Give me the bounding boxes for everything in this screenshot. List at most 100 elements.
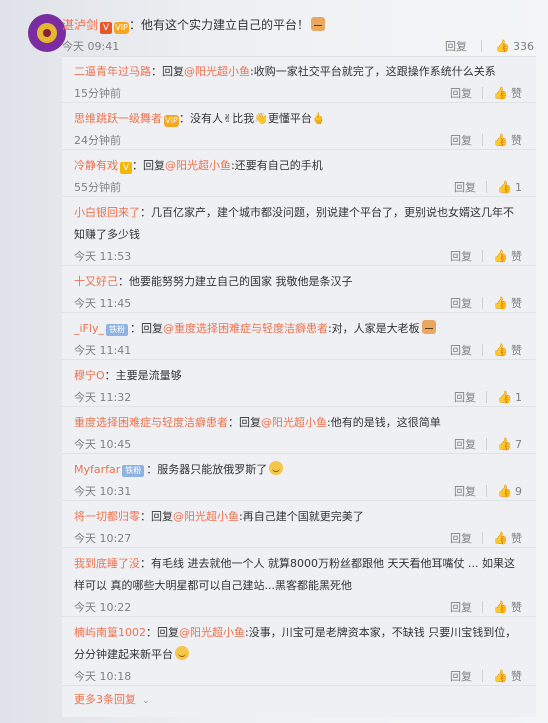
reply-text: 冷静有戏 V ：回复@阳光超小鱼:还要有自己的手机: [74, 159, 323, 174]
thumbs-up-icon[interactable]: 👍: [497, 437, 512, 451]
like-count[interactable]: 赞: [511, 85, 522, 101]
reply-button[interactable]: 回复: [450, 599, 472, 615]
top-comment-actions: 回复 👍 336: [445, 38, 534, 54]
reply-button[interactable]: 回复: [450, 248, 472, 264]
reply-text: 十又好己：他要能努努力建立自己的国家 我敬他是条汉子: [74, 275, 353, 288]
thumbs-up-icon[interactable]: 👍: [493, 249, 508, 263]
top-comment-username[interactable]: 湛泸剑: [62, 18, 98, 32]
reply-username[interactable]: 小白银回来了: [74, 206, 140, 219]
mention-link[interactable]: @阳光超小鱼: [179, 626, 245, 639]
reply-text: Myfarfar 铁粉 ：服务器只能放俄罗斯了: [74, 459, 522, 481]
like-count[interactable]: 赞: [511, 599, 522, 615]
reply-item: 二逼青年过马路：回复@阳光超小鱼:收购一家社交平台就完了，这跟操作系统什么关系 …: [62, 57, 536, 103]
reply-username[interactable]: 冷静有戏: [74, 159, 118, 172]
reply-username[interactable]: 思维跳跃一级舞者: [74, 112, 162, 125]
thumbs-up-icon[interactable]: 👍: [493, 86, 508, 100]
thumbs-up-icon[interactable]: 👍: [497, 180, 512, 194]
reply-button[interactable]: 回复: [450, 132, 472, 148]
reply-button[interactable]: 回复: [445, 38, 467, 54]
reply-username[interactable]: 穆宁O: [74, 369, 105, 382]
reply-username[interactable]: 十又好己: [74, 275, 118, 288]
reply-button[interactable]: 回复: [450, 668, 472, 684]
like-count[interactable]: 1: [515, 391, 522, 404]
divider: [486, 438, 488, 450]
reply-username[interactable]: 二逼青年过马路: [74, 65, 151, 78]
reply-button[interactable]: 回复: [454, 483, 476, 499]
like-count[interactable]: 7: [515, 438, 522, 451]
like-count[interactable]: 1: [515, 181, 522, 194]
reply-text: 重度选择困难症与轻度洁癖患者：回复@阳光超小鱼:他有的是钱，这很简单: [74, 416, 441, 429]
reply-button[interactable]: 回复: [450, 342, 472, 358]
mention-link[interactable]: @阳光超小鱼: [261, 416, 327, 429]
reply-button[interactable]: 回复: [450, 530, 472, 546]
reply-username[interactable]: _iFly_: [74, 322, 104, 335]
reply-time: 15分钟前: [74, 87, 121, 100]
mention-link[interactable]: @阳光超小鱼: [165, 159, 231, 172]
reply-time: 今天 10:45: [74, 438, 132, 451]
reply-actions: 回复 👍 赞: [450, 599, 522, 615]
reply-button[interactable]: 回复: [454, 436, 476, 452]
thumbs-up-icon[interactable]: 👍: [493, 343, 508, 357]
reply-actions: 回复 👍 赞: [450, 342, 522, 358]
divider: [486, 485, 488, 497]
like-count[interactable]: 336: [513, 40, 534, 53]
reply-button[interactable]: 回复: [450, 85, 472, 101]
reply-actions: 回复 👍 赞: [450, 530, 522, 546]
thumbs-up-icon[interactable]: 👍: [493, 531, 508, 545]
reply-time: 今天 11:53: [74, 250, 132, 263]
reply-button[interactable]: 回复: [454, 389, 476, 405]
thumbs-up-icon[interactable]: 👍: [493, 296, 508, 310]
reply-text: 我到底睡了没：有毛线 进去就他一个人 就算8000万粉丝都跟他 天天看他耳嘴仗 …: [74, 557, 515, 592]
like-count[interactable]: 赞: [511, 342, 522, 358]
fan-badge: 铁粉: [122, 465, 145, 477]
reply-button[interactable]: 回复: [454, 179, 476, 195]
like-count[interactable]: 赞: [511, 248, 522, 264]
divider: [482, 344, 484, 356]
thumbs-up-icon[interactable]: 👍: [493, 600, 508, 614]
thumbs-up-icon[interactable]: 👍: [497, 484, 512, 498]
divider: [486, 181, 488, 193]
reply-username[interactable]: Myfarfar: [74, 463, 120, 476]
reply-username[interactable]: 楠屿南篁1002: [74, 626, 146, 639]
thumbs-up-icon[interactable]: 👍: [495, 39, 510, 53]
reply-item: 重度选择困难症与轻度洁癖患者：回复@阳光超小鱼:他有的是钱，这很简单 今天 10…: [62, 408, 536, 454]
top-comment: 湛泸剑 V VIP：他有这个实力建立自己的平台！ 今天 09:41 回复 👍 336: [0, 0, 548, 56]
more-replies-link[interactable]: 更多3条回复 ⌄: [74, 691, 150, 707]
like-count[interactable]: 赞: [511, 132, 522, 148]
like-count[interactable]: 赞: [511, 530, 522, 546]
reply-item: 冷静有戏 V ：回复@阳光超小鱼:还要有自己的手机 55分钟前 回复 👍 1: [62, 151, 536, 197]
mention-link[interactable]: @阳光超小鱼: [173, 510, 239, 523]
reply-button[interactable]: 回复: [450, 295, 472, 311]
reply-text: 二逼青年过马路：回复@阳光超小鱼:收购一家社交平台就完了，这跟操作系统什么关系: [74, 65, 496, 78]
mention-link[interactable]: @重度选择困难症与轻度洁癖患者: [163, 322, 328, 335]
reply-item: 我到底睡了没：有毛线 进去就他一个人 就算8000万粉丝都跟他 天天看他耳嘴仗 …: [62, 549, 536, 617]
reply-item: 十又好己：他要能努努力建立自己的国家 我敬他是条汉子 今天 11:45 回复 👍 赞: [62, 267, 536, 313]
reply-actions: 回复 👍 1: [454, 389, 522, 405]
like-count[interactable]: 赞: [511, 668, 522, 684]
divider: [482, 297, 484, 309]
reply-time: 今天 10:18: [74, 670, 132, 683]
reply-text: 将一切都归零：回复@阳光超小鱼:再自己建个国就更完美了: [74, 510, 364, 523]
like-count[interactable]: 9: [515, 485, 522, 498]
reply-time: 55分钟前: [74, 181, 121, 194]
thumbs-up-icon[interactable]: 👍: [493, 133, 508, 147]
like-count[interactable]: 赞: [511, 295, 522, 311]
mention-link[interactable]: @阳光超小鱼: [184, 65, 250, 78]
thumbs-up-icon[interactable]: 👍: [493, 669, 508, 683]
chevron-down-icon: ⌄: [142, 696, 150, 706]
reply-username[interactable]: 我到底睡了没: [74, 557, 140, 570]
thumbs-up-icon[interactable]: 👍: [497, 390, 512, 404]
reply-text: 小白银回来了：几百亿家产，建个城市都没问题，别说建个平台了，更别说也女婿这几年不…: [74, 206, 514, 241]
reply-item: 思维跳跃一级舞者 VIP：没有人✌比我👋更懂平台🖕 24分钟前 回复 👍 赞: [62, 104, 536, 150]
reply-actions: 回复 👍 赞: [450, 295, 522, 311]
cat-emoji-icon: [311, 17, 326, 31]
reply-actions: 回复 👍 赞: [450, 132, 522, 148]
reply-text: 穆宁O：主要是流量够: [74, 369, 182, 382]
reply-item: 小白银回来了：几百亿家产，建个城市都没问题，别说建个平台了，更别说也女婿这几年不…: [62, 198, 536, 266]
verified-icon: V: [100, 22, 113, 34]
reply-text: _iFly_ 铁粉 ：回复@重度选择困难症与轻度洁癖患者:对，人家是大老板: [74, 318, 522, 340]
reply-username[interactable]: 将一切都归零: [74, 510, 140, 523]
reply-item: Myfarfar 铁粉 ：服务器只能放俄罗斯了 今天 10:31 回复 👍 9: [62, 455, 536, 501]
smiley-emoji-icon: [269, 461, 284, 475]
reply-username[interactable]: 重度选择困难症与轻度洁癖患者: [74, 416, 228, 429]
